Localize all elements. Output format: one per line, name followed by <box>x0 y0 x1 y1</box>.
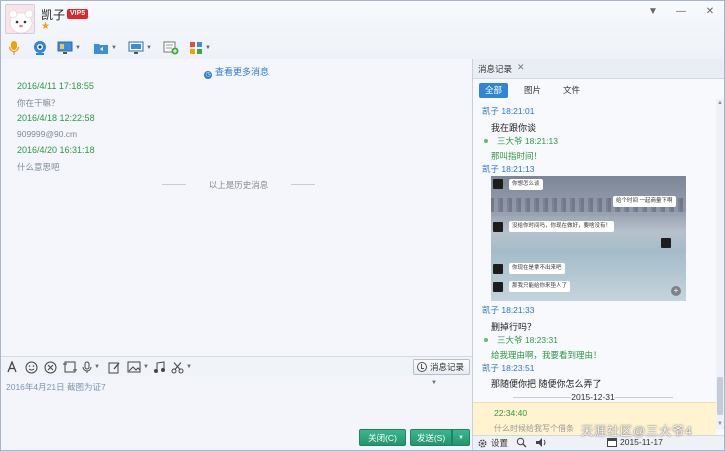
close-tab-icon[interactable]: ✕ <box>517 62 525 73</box>
clock-icon <box>417 362 427 372</box>
message-time: 2016/4/18 12:22:58 <box>17 113 95 123</box>
filter-all[interactable]: 全部 <box>479 83 509 98</box>
sender-line: 三大爷 18:21:13 <box>497 136 558 146</box>
send-options-button[interactable]: ▼ <box>452 429 470 446</box>
history-message: 那随便你把 随便你怎么弄了 <box>491 379 602 389</box>
scroll-up-icon[interactable]: ▲ <box>717 100 723 106</box>
message-text: 你在干嘛？ <box>17 98 60 108</box>
scroll-down-icon[interactable]: ▼ <box>717 421 723 427</box>
scissors-icon[interactable]: ▼ <box>171 359 192 375</box>
screen-share-icon[interactable]: ▼ <box>128 39 152 57</box>
photo-bubble: 没给你时间吗，你现在做好，要啥没有！ <box>509 221 615 232</box>
photo-bubble: 你想怎么谈 <box>509 179 543 190</box>
status-dot <box>484 139 488 143</box>
remote-desktop-icon[interactable]: ▼ <box>57 39 81 57</box>
settings-label: 设置 <box>491 438 509 448</box>
minimize-icon[interactable]: — <box>675 6 687 18</box>
message-time: 2016/4/20 16:31:18 <box>17 145 95 155</box>
avatar[interactable] <box>5 4 35 34</box>
highlight-text: 什么时候给我写个借条 <box>494 424 574 433</box>
bubble-avatar <box>493 282 503 292</box>
date-separator: 2015-12-31 <box>473 392 713 402</box>
close-button[interactable]: 关闭(C) <box>359 429 406 446</box>
settings-button[interactable]: 设置 <box>477 437 508 449</box>
music-icon[interactable] <box>153 359 165 375</box>
chat-screenshot-image[interactable]: 你想怎么谈 给个时间 一起商量下啊 没给你时间吗，你现在做好，要啥没有！ 你现在… <box>491 176 686 301</box>
more-messages-label[interactable]: 查看更多消息 <box>215 67 269 77</box>
watermark: 天涯社区@三大爷4 <box>581 424 693 438</box>
sender-line: 凯子 18:21:33 <box>482 305 535 315</box>
screenshot-icon[interactable] <box>63 359 77 375</box>
dropdown-icon[interactable]: ▼ <box>647 6 659 18</box>
zoom-icon[interactable]: + <box>671 286 681 296</box>
history-separator: 以上是历史消息 <box>162 179 315 191</box>
sender-line: 凯子 18:23:51 <box>482 363 535 373</box>
vip-badge[interactable]: VIP5 <box>67 9 89 19</box>
bubble-avatar <box>493 179 503 189</box>
history-panel: 消息记录 ✕ 全部 图片 文件 ▲ ▼ 凯子 18:21:01 我在跟你谈 三大… <box>472 59 724 450</box>
edit-icon[interactable] <box>108 359 121 375</box>
add-app-icon[interactable] <box>163 39 179 57</box>
clock-icon: ◷ <box>203 71 212 79</box>
history-tab-bar: 消息记录 ✕ <box>473 59 724 79</box>
image-icon[interactable]: ▼ <box>127 359 149 375</box>
scroll-thumb[interactable] <box>717 377 723 415</box>
photo-bubble: 那我只能给你来垫人了 <box>509 281 571 292</box>
sender-line: 凯子 18:21:01 <box>482 106 535 116</box>
photo-bubble: 你现在是拿不出来吧 <box>509 263 565 274</box>
message-text: 909999@90.cm <box>17 129 78 139</box>
history-message: 那叫指时间！ <box>491 151 543 161</box>
search-icon[interactable] <box>516 437 527 448</box>
input-toolbar: ▼ ▼ ▼ 消息记录▼ <box>1 356 472 386</box>
emoji-icon[interactable] <box>25 359 38 375</box>
camera-icon[interactable] <box>33 39 47 57</box>
star-icon: ★ <box>41 21 50 32</box>
gif-icon[interactable] <box>44 359 57 375</box>
chat-area: ◷ 查看更多消息 2016/4/11 17:18:55 你在干嘛？ 2016/4/… <box>1 59 472 356</box>
sender-line: 三大爷 18:23:31 <box>497 335 558 345</box>
message-input[interactable]: 2016年4月21日 截图为证7 <box>6 381 106 393</box>
filter-files[interactable]: 文件 <box>557 83 586 98</box>
message-history-label: 消息记录 <box>430 362 465 372</box>
message-time: 2016/4/11 17:18:55 <box>17 81 94 91</box>
message-text: 什么意思吧 <box>17 162 60 172</box>
sender-line: 凯子 18:21:13 <box>482 164 535 174</box>
speaker-icon[interactable] <box>535 437 547 448</box>
send-button[interactable]: 发送(S) <box>410 429 452 446</box>
history-filters: 全部 图片 文件 <box>473 81 724 99</box>
more-messages-link[interactable]: ◷ 查看更多消息 <box>1 65 472 79</box>
microphone-icon[interactable] <box>8 39 20 57</box>
status-dot <box>484 338 488 342</box>
history-message: 删掉行吗？ <box>491 322 537 332</box>
photo-bubble: 给个时间 一起商量下啊 <box>613 196 676 207</box>
font-icon[interactable] <box>6 359 18 375</box>
gear-icon <box>478 438 487 448</box>
voice-message-icon[interactable]: ▼ <box>82 359 100 375</box>
tab-message-history[interactable]: 消息记录 <box>478 63 512 75</box>
bubble-avatar <box>493 222 503 232</box>
chat-window: 凯子 VIP5 ★ ▼ — ✕ ▼ ▼ ▼ ▼ ◷ 查看更多消息 2016/4/… <box>0 0 725 451</box>
close-icon[interactable]: ✕ <box>704 6 716 18</box>
bubble-avatar <box>493 264 503 274</box>
folder-icon[interactable]: ▼ <box>93 39 117 57</box>
history-message: 我在跟你谈 <box>491 123 537 133</box>
bubble-avatar <box>661 238 671 248</box>
title-bar: 凯子 VIP5 ★ ▼ — ✕ ▼ ▼ ▼ ▼ <box>1 1 724 59</box>
filter-images[interactable]: 图片 <box>518 83 547 98</box>
history-message: 给我理由啊，我要看到理由！ <box>491 350 602 360</box>
highlight-time: 22:34:40 <box>494 408 528 418</box>
message-history-button[interactable]: 消息记录▼ <box>413 359 470 386</box>
app-grid-icon[interactable]: ▼ <box>189 39 211 57</box>
